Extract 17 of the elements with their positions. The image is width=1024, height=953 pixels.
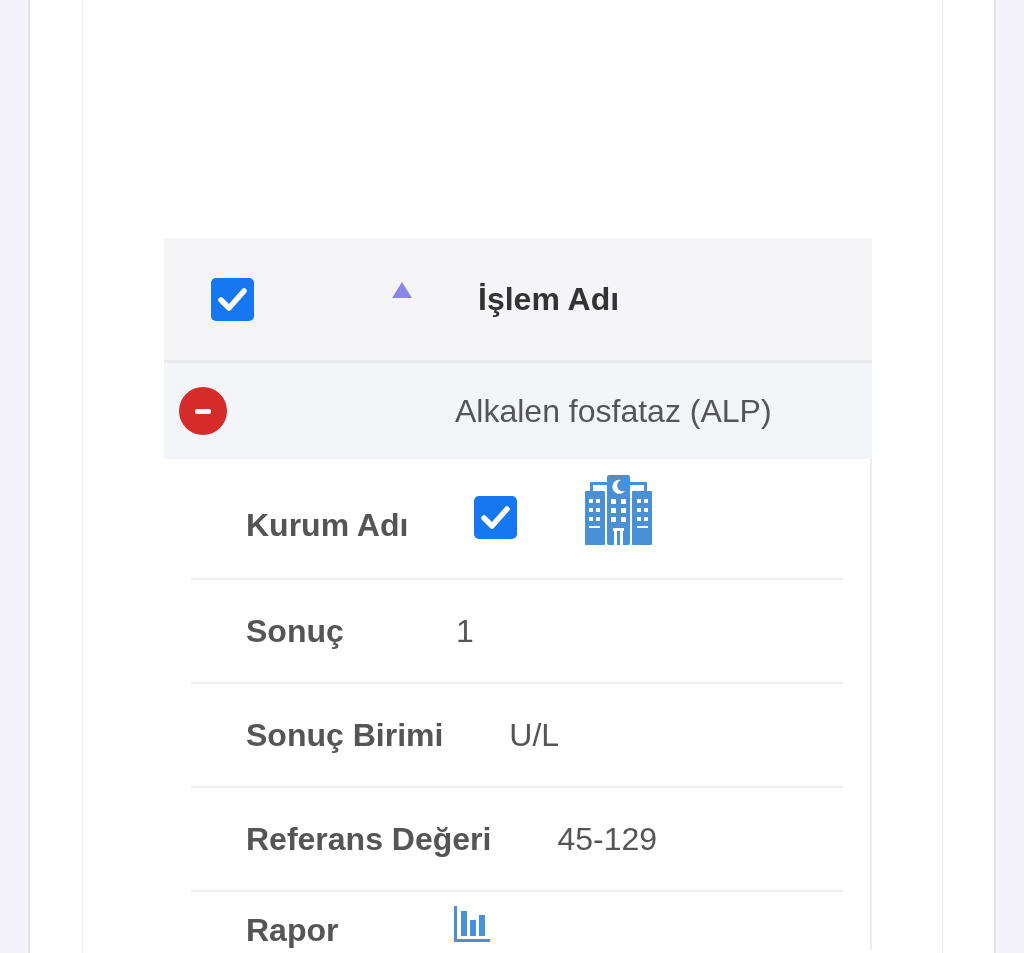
sort-up-icon[interactable] xyxy=(392,282,412,298)
field-value: U/L xyxy=(509,716,560,755)
field-value: 1 xyxy=(456,612,474,651)
field-label: Sonuç xyxy=(246,612,345,651)
field-label: Sonuç Birimi xyxy=(246,716,444,755)
minus-circle-icon[interactable] xyxy=(179,387,227,435)
checkbox[interactable] xyxy=(474,496,518,539)
field-value: 45-129 xyxy=(557,820,658,859)
column-header[interactable]: İşlem Adı xyxy=(478,275,620,323)
test-name: Alkalen fosfataz (ALP) xyxy=(455,392,772,431)
bar-chart-icon[interactable] xyxy=(454,906,490,942)
field-label: Rapor xyxy=(246,911,340,950)
table-row[interactable]: Alkalen fosfataz (ALP) xyxy=(164,363,872,459)
field-label: Referans Değeri xyxy=(246,820,492,859)
field-label: Kurum Adı xyxy=(246,505,409,545)
checkbox[interactable] xyxy=(211,277,254,321)
hospital-building-icon xyxy=(583,475,655,545)
